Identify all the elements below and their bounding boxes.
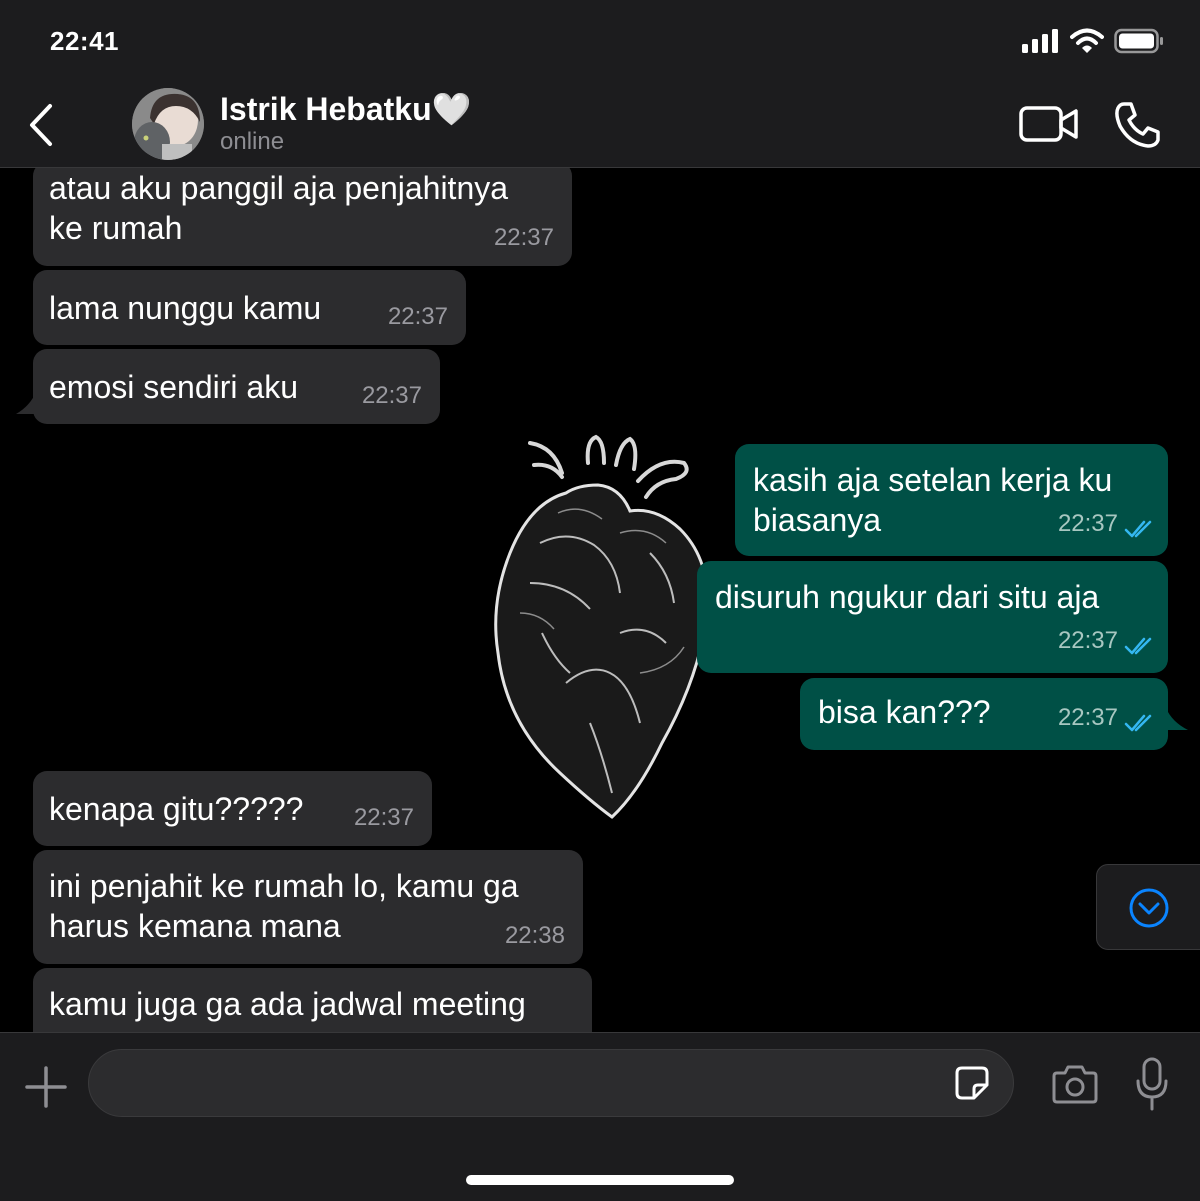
sticker-icon[interactable] (954, 1065, 990, 1101)
message-text: bisa kan??? (818, 694, 991, 730)
status-icons (1022, 26, 1164, 56)
back-chevron-icon[interactable] (24, 102, 60, 148)
microphone-icon[interactable] (1134, 1057, 1170, 1111)
wifi-icon (1070, 28, 1104, 53)
read-receipt-icon (1124, 520, 1152, 538)
camera-icon[interactable] (1052, 1063, 1098, 1105)
message-bubble-outgoing[interactable]: disuruh ngukur dari situ aja 22:37 (697, 561, 1168, 673)
message-text: kamu juga ga ada jadwal meeting (49, 986, 526, 1022)
message-time: 22:37 (1057, 510, 1118, 537)
message-bubble-incoming[interactable]: atau aku panggil aja penjahitnya ke ruma… (33, 168, 572, 266)
battery-icon (1114, 28, 1163, 54)
bubble-tail-outgoing (1166, 708, 1188, 730)
message-time: 22:37 (361, 382, 422, 409)
message-composer (0, 1032, 1200, 1201)
contact-status: online (220, 128, 285, 155)
status-time: 22:41 (50, 26, 119, 56)
message-time: 22:38 (504, 922, 565, 949)
scroll-to-bottom-button[interactable] (1096, 864, 1200, 950)
message-time: 22:37 (1057, 627, 1118, 654)
message-bubble-incoming[interactable]: ini penjahit ke rumah lo, kamu ga harus … (33, 850, 583, 964)
phone-icon[interactable] (1112, 100, 1162, 150)
chevron-down-circle-icon (1129, 888, 1169, 928)
message-text: emosi sendiri aku (49, 369, 298, 405)
read-receipt-icon (1124, 637, 1152, 655)
message-text: kenapa gitu????? (49, 791, 304, 827)
message-time: 22:37 (1057, 704, 1118, 731)
chat-header: Istrik Hebatku🤍 online (0, 80, 1200, 168)
video-call-icon[interactable] (1018, 104, 1080, 144)
contact-name[interactable]: Istrik Hebatku🤍 (220, 90, 471, 128)
message-time: 22:37 (493, 224, 554, 251)
message-bubble-incoming[interactable]: emosi sendiri aku 22:37 (33, 349, 440, 424)
message-bubble-outgoing[interactable]: kasih aja setelan kerja ku biasanya 22:3… (735, 444, 1168, 556)
avatar[interactable] (132, 88, 204, 160)
plus-icon[interactable] (24, 1065, 68, 1109)
home-indicator (466, 1175, 734, 1185)
message-bubble-incoming[interactable]: lama nunggu kamu 22:37 (33, 270, 466, 345)
signal-icon (1022, 29, 1058, 53)
message-text: ini penjahit ke rumah lo, kamu ga harus … (49, 868, 519, 944)
message-time: 22:37 (387, 303, 448, 330)
message-time: 22:37 (353, 804, 414, 831)
bubble-tail-incoming (16, 392, 36, 414)
read-receipt-icon (1124, 714, 1152, 732)
status-bar: 22:41 (0, 0, 1200, 80)
message-text: disuruh ngukur dari situ aja (715, 579, 1100, 615)
avatar-photo (132, 88, 204, 160)
message-text: lama nunggu kamu (49, 290, 322, 326)
message-bubble-incoming[interactable]: kenapa gitu????? 22:37 (33, 771, 432, 846)
message-input[interactable] (88, 1049, 1014, 1117)
message-bubble-incoming[interactable]: kamu juga ga ada jadwal meeting (33, 968, 592, 1032)
chat-area[interactable]: atau aku panggil aja penjahitnya ke ruma… (0, 168, 1200, 1032)
message-text: atau aku panggil aja penjahitnya ke ruma… (49, 170, 509, 246)
message-bubble-outgoing[interactable]: bisa kan??? 22:37 (800, 678, 1168, 750)
